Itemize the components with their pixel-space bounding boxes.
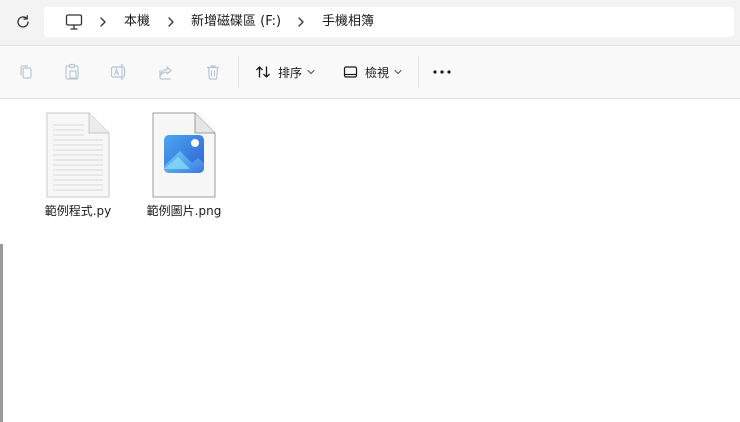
pane-edge bbox=[0, 244, 3, 422]
sort-icon bbox=[256, 66, 270, 78]
breadcrumb[interactable]: 本機 新增磁碟區 (F:) 手機相簿 bbox=[44, 7, 734, 37]
paste-icon bbox=[65, 63, 79, 80]
image-file-icon bbox=[152, 112, 216, 198]
chevron-right-icon[interactable] bbox=[98, 15, 108, 29]
refresh-button[interactable] bbox=[12, 11, 34, 33]
view-icon bbox=[343, 66, 358, 78]
refresh-icon bbox=[17, 15, 29, 28]
breadcrumb-item-folder[interactable]: 手機相簿 bbox=[322, 13, 374, 31]
copy-button[interactable] bbox=[15, 61, 37, 83]
address-bar: 本機 新增磁碟區 (F:) 手機相簿 bbox=[0, 0, 740, 46]
delete-icon bbox=[207, 65, 219, 80]
sort-label: 排序 bbox=[278, 65, 303, 80]
share-icon bbox=[159, 66, 172, 80]
delete-button[interactable] bbox=[202, 61, 224, 83]
chevron-down-icon bbox=[307, 69, 315, 75]
breadcrumb-item-this-pc[interactable]: 本機 bbox=[124, 13, 150, 31]
computer-icon[interactable] bbox=[64, 13, 84, 31]
file-list: 範例程式.py 範例圖片.png bbox=[0, 99, 740, 422]
file-item[interactable]: 範例程式.py bbox=[28, 111, 128, 221]
file-name: 範例圖片.png bbox=[146, 204, 222, 218]
chevron-right-icon[interactable] bbox=[296, 15, 306, 29]
more-options-button[interactable] bbox=[432, 58, 452, 86]
toolbar-divider bbox=[238, 56, 239, 88]
share-button[interactable] bbox=[155, 61, 177, 83]
text-file-icon bbox=[46, 112, 110, 198]
paste-button[interactable] bbox=[61, 61, 83, 83]
view-label: 檢視 bbox=[365, 65, 390, 80]
more-icon bbox=[433, 70, 451, 74]
rename-button[interactable] bbox=[108, 61, 130, 83]
chevron-right-icon[interactable] bbox=[166, 15, 176, 29]
toolbar-divider bbox=[418, 56, 419, 88]
rename-icon bbox=[110, 64, 126, 80]
file-item[interactable]: 範例圖片.png bbox=[134, 111, 234, 221]
chevron-down-icon bbox=[394, 69, 402, 75]
copy-icon bbox=[20, 65, 32, 79]
sort-button[interactable]: 排序 bbox=[255, 58, 315, 86]
view-button[interactable]: 檢視 bbox=[343, 58, 402, 86]
breadcrumb-item-drive[interactable]: 新增磁碟區 (F:) bbox=[191, 13, 281, 31]
command-bar: 排序 檢視 bbox=[0, 46, 740, 99]
file-name: 範例程式.py bbox=[44, 204, 112, 218]
